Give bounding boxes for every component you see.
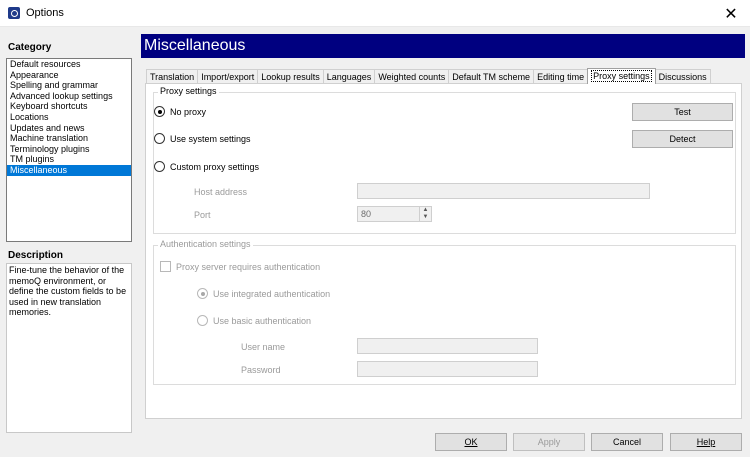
ok-button[interactable]: OK — [435, 433, 507, 451]
custom-proxy-settings-radio[interactable]: Custom proxy settings — [154, 161, 259, 172]
user-name-label: User name — [241, 342, 286, 352]
radio-unselected-icon — [154, 161, 165, 172]
category-item-tm-plugins[interactable]: TM plugins — [7, 154, 131, 165]
no-proxy-label: No proxy — [170, 106, 207, 117]
tab-editing-time[interactable]: Editing time — [533, 69, 589, 84]
apply-label: Apply — [537, 437, 561, 447]
tab-proxy-settings[interactable]: Proxy settings — [587, 68, 656, 84]
category-item-miscellaneous[interactable]: Miscellaneous — [7, 164, 131, 176]
checkbox-unchecked-icon — [160, 261, 171, 272]
detect-button[interactable]: Detect — [632, 130, 733, 148]
tab-strip: Translation Import/export Lookup results… — [146, 68, 711, 84]
help-button[interactable]: Help — [670, 433, 742, 451]
requires-authentication-checkbox[interactable]: Proxy server requires authentication — [160, 261, 320, 272]
close-button[interactable]: ✕ — [712, 0, 750, 27]
host-address-input[interactable] — [357, 183, 650, 199]
cancel-button[interactable]: Cancel — [591, 433, 663, 451]
help-label: Help — [696, 437, 716, 447]
apply-button[interactable]: Apply — [513, 433, 585, 451]
user-name-input[interactable] — [357, 338, 538, 354]
cancel-label: Cancel — [612, 437, 641, 447]
category-item-spelling-grammar[interactable]: Spelling and grammar — [7, 80, 131, 91]
basic-authentication-label: Use basic authentication — [213, 315, 312, 326]
port-value: 80 — [361, 209, 372, 219]
radio-unselected-icon — [197, 315, 208, 326]
category-item-updates-news[interactable]: Updates and news — [7, 123, 131, 134]
use-system-settings-radio[interactable]: Use system settings — [154, 133, 251, 144]
category-item-keyboard-shortcuts[interactable]: Keyboard shortcuts — [7, 101, 131, 112]
category-item-terminology-plugins[interactable]: Terminology plugins — [7, 144, 131, 155]
description-text: Fine-tune the behavior of the memoQ envi… — [6, 263, 132, 433]
radio-unselected-icon — [154, 133, 165, 144]
spin-up-icon[interactable]: ▲ — [420, 207, 431, 214]
host-address-label: Host address — [194, 187, 248, 197]
requires-authentication-label: Proxy server requires authentication — [176, 261, 321, 272]
category-item-default-resources[interactable]: Default resources — [7, 59, 131, 70]
custom-proxy-settings-label: Custom proxy settings — [170, 161, 260, 172]
close-icon: ✕ — [724, 5, 738, 23]
tab-weighted-counts[interactable]: Weighted counts — [374, 69, 450, 84]
use-system-settings-label: Use system settings — [170, 133, 251, 144]
no-proxy-radio[interactable]: No proxy — [154, 106, 206, 117]
password-label: Password — [241, 365, 281, 375]
memoq-app-icon — [8, 7, 20, 19]
tab-lookup-results[interactable]: Lookup results — [257, 69, 324, 84]
proxy-settings-legend: Proxy settings — [158, 86, 219, 96]
window-title: Options — [26, 7, 64, 19]
tab-languages[interactable]: Languages — [322, 69, 376, 84]
test-button[interactable]: Test — [632, 103, 733, 121]
authentication-settings-legend: Authentication settings — [158, 239, 253, 249]
integrated-authentication-label: Use integrated authentication — [213, 288, 331, 299]
page-title: Miscellaneous — [141, 34, 745, 58]
category-item-machine-translation[interactable]: Machine translation — [7, 133, 131, 144]
basic-authentication-radio[interactable]: Use basic authentication — [197, 315, 311, 326]
port-stepper[interactable]: 80 ▲ ▼ — [357, 206, 432, 222]
category-item-locations[interactable]: Locations — [7, 112, 131, 123]
ok-label: OK — [464, 437, 478, 447]
category-heading: Category — [8, 42, 52, 53]
radio-selected-icon — [197, 288, 208, 299]
tab-discussions[interactable]: Discussions — [654, 69, 711, 84]
tab-panel: Proxy settings No proxy Use system setti… — [145, 83, 742, 419]
tab-default-tm-scheme[interactable]: Default TM scheme — [448, 69, 535, 84]
spin-down-icon[interactable]: ▼ — [420, 214, 431, 221]
category-item-advanced-lookup[interactable]: Advanced lookup settings — [7, 91, 131, 102]
port-label: Port — [194, 210, 211, 220]
tab-proxy-settings-label: Proxy settings — [591, 70, 652, 82]
port-spin-buttons[interactable]: ▲ ▼ — [419, 207, 431, 221]
category-item-appearance[interactable]: Appearance — [7, 70, 131, 81]
tab-import-export[interactable]: Import/export — [197, 69, 259, 84]
tab-translation[interactable]: Translation — [146, 69, 199, 84]
radio-selected-icon — [154, 106, 165, 117]
title-bar: Options ✕ — [0, 0, 750, 27]
category-list[interactable]: Default resources Appearance Spelling an… — [6, 58, 132, 242]
integrated-authentication-radio[interactable]: Use integrated authentication — [197, 288, 330, 299]
password-input[interactable] — [357, 361, 538, 377]
description-heading: Description — [8, 250, 64, 261]
